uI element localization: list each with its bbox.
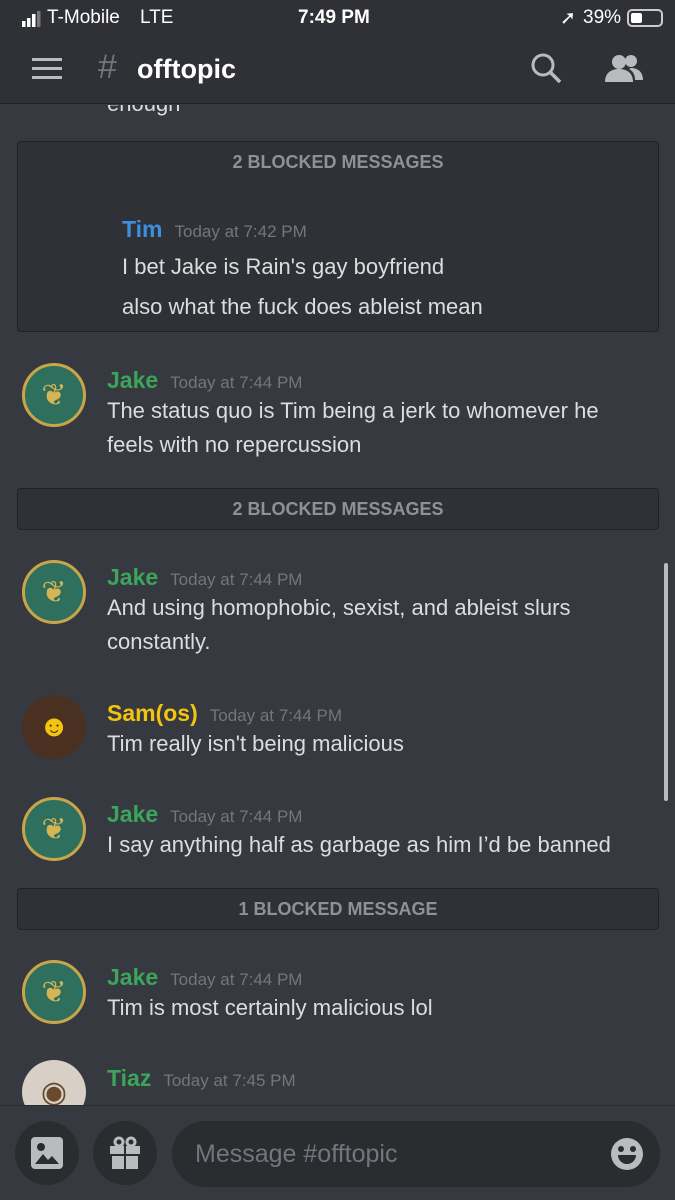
avatar[interactable]: ◉ xyxy=(22,1060,86,1105)
message-text: also what the fuck does ableist mean xyxy=(122,294,483,319)
username[interactable]: Jake xyxy=(107,964,158,990)
clock: 7:49 PM xyxy=(298,7,370,28)
timestamp: Today at 7:42 PM xyxy=(174,222,307,241)
message-text: Tim really isn't being malicious xyxy=(107,731,404,756)
network: LTE xyxy=(140,7,174,28)
message: Tiaz Today at 7:45 PM xyxy=(107,1065,665,1092)
avatar[interactable]: ☻ xyxy=(22,695,86,759)
username[interactable]: Jake xyxy=(107,367,158,393)
message: Jake Today at 7:44 PM The status quo is T… xyxy=(107,367,665,462)
status-bar: T-Mobile LTE 7:49 PM ➚ 39% xyxy=(0,0,675,36)
message-text: I bet Jake is Rain's gay boyfriend xyxy=(122,254,445,279)
members-icon[interactable] xyxy=(605,54,643,87)
battery-icon xyxy=(627,9,663,27)
message: Sam(os) Today at 7:44 PM Tim really isn't… xyxy=(107,700,665,761)
composer: Message #offtopic xyxy=(0,1105,675,1200)
timestamp: Today at 7:44 PM xyxy=(170,970,303,989)
avatar[interactable]: ❦ xyxy=(22,797,86,861)
message-input[interactable]: Message #offtopic xyxy=(172,1121,660,1187)
message-text: I say anything half as garbage as him I’… xyxy=(107,832,611,857)
menu-icon[interactable] xyxy=(32,58,62,85)
timestamp: Today at 7:45 PM xyxy=(163,1071,296,1090)
timestamp: Today at 7:44 PM xyxy=(209,706,343,725)
message: Jake Today at 7:44 PM And using homophobi… xyxy=(107,564,665,659)
username[interactable]: Jake xyxy=(107,564,158,590)
blocked-label[interactable]: 2 BLOCKED MESSAGES xyxy=(18,499,658,520)
image-icon xyxy=(31,1137,63,1169)
message-placeholder: Message #offtopic xyxy=(195,1140,398,1168)
message-text: The status quo is Tim being a jerk to wh… xyxy=(107,398,599,423)
hash-icon: # xyxy=(98,48,117,86)
username[interactable]: Jake xyxy=(107,801,158,827)
gift-button[interactable] xyxy=(93,1121,157,1185)
username[interactable]: Tiaz xyxy=(107,1065,151,1091)
timestamp: Today at 7:44 PM xyxy=(170,570,303,589)
carrier: T-Mobile xyxy=(47,7,120,28)
avatar[interactable]: ❦ xyxy=(22,363,86,427)
battery-percent: 39% xyxy=(583,7,622,28)
location-icon: ➚ xyxy=(560,8,576,29)
partial-message: enough xyxy=(107,105,180,121)
message: Jake Today at 7:44 PM Tim is most certain… xyxy=(107,964,665,1025)
blocked-messages-group[interactable]: 2 BLOCKED MESSAGES xyxy=(17,488,659,530)
timestamp: Today at 7:44 PM xyxy=(170,807,303,826)
channel-title: offtopic xyxy=(137,54,236,84)
message: Jake Today at 7:44 PM I say anything half… xyxy=(107,801,665,862)
blocked-messages-group[interactable]: 1 BLOCKED MESSAGE xyxy=(17,888,659,930)
image-upload-button[interactable] xyxy=(15,1121,79,1185)
blocked-label[interactable]: 1 BLOCKED MESSAGE xyxy=(18,899,658,920)
signal-icon xyxy=(22,11,42,33)
message-text: constantly. xyxy=(107,629,211,654)
blocked-label[interactable]: 2 BLOCKED MESSAGES xyxy=(18,152,658,173)
blocked-messages-group[interactable]: 2 BLOCKED MESSAGES Tim Today at 7:42 PM I… xyxy=(17,141,659,332)
channel-header: # offtopic xyxy=(0,36,675,104)
timestamp: Today at 7:44 PM xyxy=(170,373,303,392)
message-list[interactable]: enough 2 BLOCKED MESSAGES Tim Today at 7:… xyxy=(0,105,675,1105)
scrollbar[interactable] xyxy=(664,563,668,801)
username[interactable]: Tim xyxy=(122,216,162,242)
avatar[interactable]: ❦ xyxy=(22,560,86,624)
message-text: feels with no repercussion xyxy=(107,432,362,457)
message-text: And using homophobic, sexist, and ableis… xyxy=(107,595,571,620)
search-icon[interactable] xyxy=(530,52,562,89)
gift-icon xyxy=(110,1136,140,1169)
message-text: Tim is most certainly malicious lol xyxy=(107,995,433,1020)
emoji-icon[interactable] xyxy=(610,1137,644,1176)
username[interactable]: Sam(os) xyxy=(107,700,198,726)
avatar[interactable]: ❦ xyxy=(22,960,86,1024)
